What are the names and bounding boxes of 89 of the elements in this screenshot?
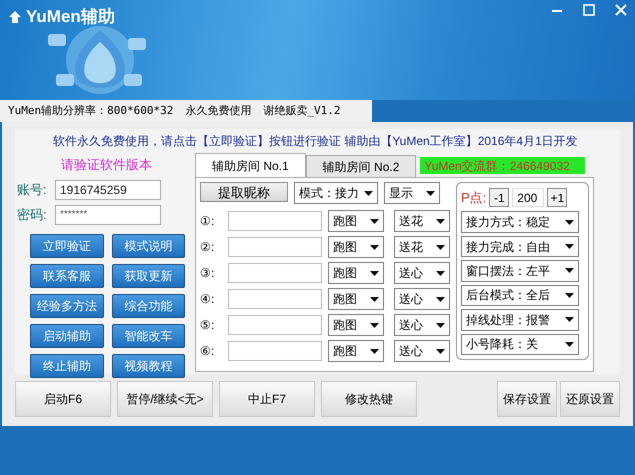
function-button[interactable]: 智能改车 — [112, 324, 185, 348]
setting-dropdown[interactable]: 小号降耗：关 — [461, 334, 579, 355]
verify-heading: 请验证软件版本 — [60, 156, 153, 174]
caret-icon — [436, 270, 445, 276]
setting-dropdown[interactable]: 掉线处理：报警 — [461, 309, 579, 331]
caret-icon — [370, 322, 379, 328]
close-icon[interactable] — [615, 4, 627, 16]
caret-icon — [436, 218, 445, 224]
gift-dropdown[interactable]: 送花 — [394, 236, 450, 258]
caret-icon — [565, 292, 574, 298]
gift-dropdown[interactable]: 送心 — [394, 288, 450, 310]
action-button[interactable]: 启动F6 — [15, 381, 111, 417]
display-dropdown[interactable]: 显示 — [384, 182, 440, 204]
slot-label: ①: — [200, 213, 216, 230]
password-label: 密码: — [16, 206, 48, 224]
caret-icon — [370, 244, 379, 250]
slot-label: ②: — [200, 239, 216, 256]
setting-dropdown[interactable]: 接力完成：自由 — [461, 236, 579, 258]
caret-icon — [370, 270, 379, 276]
app-icon — [8, 10, 22, 24]
action-button[interactable]: 暂停/继续<无> — [117, 381, 213, 417]
settings-button[interactable]: 保存设置 — [497, 381, 557, 417]
p-point-label: P点: — [461, 188, 486, 207]
p-point-field[interactable]: 200 — [512, 188, 544, 208]
action-dropdown[interactable]: 跑图 — [328, 340, 384, 362]
caret-icon — [565, 220, 574, 225]
function-button[interactable]: 启动辅助 — [30, 324, 104, 348]
function-button[interactable]: 终止辅助 — [30, 354, 104, 378]
setting-dropdown[interactable]: 窗口摆法：左平 — [461, 260, 579, 282]
function-button[interactable]: 经验多方法 — [30, 294, 104, 318]
account-field[interactable]: 1916745259 — [55, 180, 161, 200]
nickname-field[interactable] — [228, 237, 322, 257]
action-button[interactable]: 中止F7 — [219, 381, 315, 417]
info-text: 永久免费使用 — [185, 102, 252, 119]
setting-dropdown[interactable]: 接力方式：稳定 — [461, 211, 579, 233]
account-label: 账号: — [16, 180, 48, 199]
caret-icon — [436, 296, 445, 302]
caret-icon — [364, 190, 373, 196]
settings-button[interactable]: 还原设置 — [560, 381, 620, 417]
caret-icon — [565, 268, 574, 274]
caret-icon — [565, 342, 574, 347]
function-button[interactable]: 综合功能 — [112, 294, 185, 318]
slot-label: ⑤: — [200, 317, 216, 334]
window-title: YuMen辅助 — [26, 6, 115, 28]
setting-dropdown[interactable]: 后台模式：全后 — [461, 284, 579, 306]
info-text: YuMen辅助分辨率：800*600*32 — [8, 102, 174, 119]
info-text: 谢绝贩卖_V1.2 — [263, 102, 340, 119]
notice-text: 软件永久免费使用，请点击【立即验证】按钮进行验证 辅助由【YuMen工作室】2016年4月1日开发 — [53, 133, 578, 150]
action-dropdown[interactable]: 跑图 — [328, 236, 384, 258]
caret-icon — [436, 322, 445, 328]
gift-dropdown[interactable]: 送心 — [394, 314, 450, 336]
function-button[interactable]: 立即验证 — [30, 234, 104, 258]
increment-button[interactable]: +1 — [547, 188, 568, 208]
caret-icon — [370, 218, 379, 224]
maximize-icon[interactable] — [583, 4, 595, 16]
function-button[interactable]: 获取更新 — [112, 264, 185, 288]
caret-icon — [426, 190, 435, 196]
group-label: YuMen交流群：246649032 — [420, 157, 586, 174]
fetch-nickname-button[interactable]: 提取昵称 — [200, 182, 288, 202]
mode-dropdown[interactable]: 模式：接力 — [294, 182, 378, 204]
function-button[interactable]: 视频教程 — [112, 354, 185, 378]
room-tab[interactable]: 辅助房间 No.1 — [195, 153, 306, 177]
nickname-field[interactable] — [228, 341, 322, 361]
nickname-field[interactable] — [228, 211, 322, 231]
action-button[interactable]: 修改热键 — [321, 381, 417, 417]
password-field[interactable]: ******* — [55, 204, 161, 224]
gift-dropdown[interactable]: 送心 — [394, 262, 450, 284]
function-button[interactable]: 模式说明 — [112, 234, 185, 258]
action-dropdown[interactable]: 跑图 — [328, 262, 384, 284]
function-button[interactable]: 联系客服 — [30, 264, 104, 288]
slot-label: ③: — [200, 265, 216, 282]
gift-dropdown[interactable]: 送心 — [394, 340, 450, 362]
action-dropdown[interactable]: 跑图 — [328, 314, 384, 336]
decrement-button[interactable]: -1 — [489, 188, 510, 208]
caret-icon — [565, 244, 574, 250]
gift-dropdown[interactable]: 送花 — [394, 210, 450, 232]
caret-icon — [436, 244, 445, 250]
action-dropdown[interactable]: 跑图 — [328, 210, 384, 232]
room-tab[interactable]: 辅助房间 No.2 — [306, 155, 416, 177]
nickname-field[interactable] — [228, 315, 322, 335]
slot-label: ④: — [200, 291, 216, 308]
caret-icon — [565, 317, 574, 322]
nickname-field[interactable] — [228, 289, 322, 309]
caret-icon — [436, 348, 445, 354]
caret-icon — [370, 348, 379, 354]
action-dropdown[interactable]: 跑图 — [328, 288, 384, 310]
nickname-field[interactable] — [228, 263, 322, 283]
slot-label: ⑥: — [200, 343, 216, 360]
caret-icon — [370, 296, 379, 302]
